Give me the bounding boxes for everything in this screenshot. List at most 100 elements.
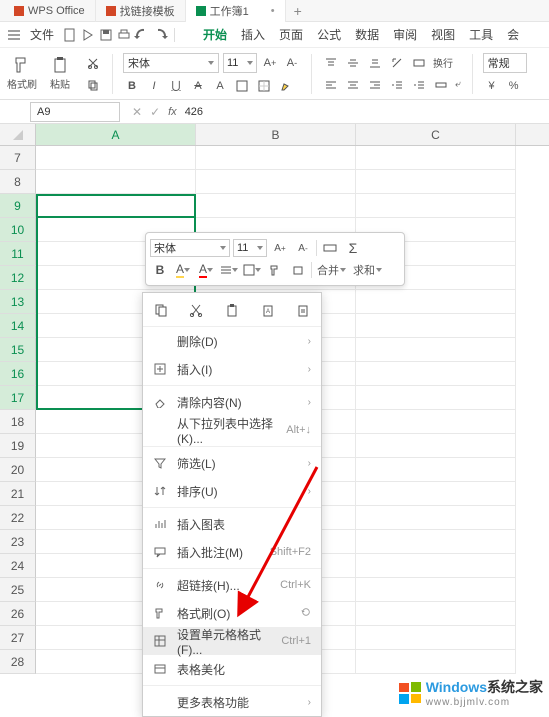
font-select[interactable]: 宋体 [123,53,219,73]
ctx-cell-format[interactable]: 设置单元格格式(F)...Ctrl+1 [143,627,321,655]
app-tab[interactable]: WPS Office [4,0,96,22]
outdent-icon[interactable] [388,76,406,94]
row-header[interactable]: 28 [0,650,36,674]
ctx-paste-special-icon[interactable] [293,300,313,320]
doc-tab-1[interactable]: 找链接模板 [96,0,186,22]
cell[interactable] [356,434,516,458]
currency-icon[interactable]: ¥ [483,77,501,95]
cell[interactable] [36,170,196,194]
row-header[interactable]: 10 [0,218,36,242]
row-header[interactable]: 16 [0,362,36,386]
ctx-cut-icon[interactable] [186,300,206,320]
tab-start[interactable]: 开始 [197,26,233,43]
cell[interactable] [356,530,516,554]
tab-data[interactable]: 数据 [349,26,385,43]
col-header-c[interactable]: C [356,124,516,145]
ctx-droplist[interactable]: 从下拉列表中选择(K)...Alt+↓ [143,416,321,444]
cell[interactable] [356,314,516,338]
tab-insert[interactable]: 插入 [235,26,271,43]
align-top-icon[interactable] [322,54,340,72]
cell[interactable] [356,194,516,218]
percent-icon[interactable]: % [505,77,523,95]
indent-icon[interactable] [410,76,428,94]
name-box[interactable]: A9 [30,102,120,122]
row-header[interactable]: 15 [0,338,36,362]
mini-align-button[interactable] [219,260,239,280]
doc-tab-2[interactable]: 工作簿1 • [186,0,286,22]
mini-bold-button[interactable]: B [150,260,170,280]
tab-page[interactable]: 页面 [273,26,309,43]
tab-formula[interactable]: 公式 [311,26,347,43]
border-button[interactable] [255,77,273,95]
row-header[interactable]: 9 [0,194,36,218]
cell[interactable] [356,338,516,362]
mini-merge-button[interactable]: 合并 [315,262,348,278]
cell[interactable]: 426 [36,194,196,218]
new-icon[interactable] [62,27,78,43]
cell[interactable] [356,170,516,194]
row-header[interactable]: 14 [0,314,36,338]
cell[interactable] [356,290,516,314]
cancel-icon[interactable]: ✕ [132,105,142,119]
align-bottom-icon[interactable] [366,54,384,72]
ctx-more[interactable]: 更多表格功能› [143,688,321,716]
orientation-icon[interactable] [388,54,406,72]
mini-increase-font-icon[interactable]: A+ [270,238,290,258]
file-menu[interactable]: 文件 [24,26,60,43]
row-header[interactable]: 25 [0,578,36,602]
cell[interactable] [196,170,356,194]
cut-icon[interactable] [84,54,102,72]
confirm-icon[interactable]: ✓ [150,105,160,119]
ctx-delete[interactable]: 删除(D)› [143,327,321,355]
fx-label[interactable]: fx [168,106,177,118]
cell[interactable] [356,626,516,650]
menu-icon[interactable] [6,27,22,43]
cell[interactable] [356,386,516,410]
ctx-comment[interactable]: 插入批注(M)Shift+F2 [143,538,321,566]
increase-font-icon[interactable]: A+ [261,54,279,72]
row-header[interactable]: 23 [0,530,36,554]
ctx-beautify[interactable]: 表格美化 [143,655,321,683]
ctx-insert[interactable]: 插入(I)› [143,355,321,383]
redo-icon[interactable] [152,27,168,43]
save-icon[interactable] [98,27,114,43]
merge-icon[interactable] [410,54,428,72]
cell[interactable] [356,362,516,386]
row-header[interactable]: 17 [0,386,36,410]
mini-size-select[interactable]: 11 [233,239,267,257]
cell[interactable] [196,146,356,170]
ctx-painter[interactable]: 格式刷(O) [143,599,321,627]
cell[interactable] [356,506,516,530]
format-painter-button[interactable]: 格式刷 [6,56,38,91]
font-size-select[interactable]: 11 [223,53,257,73]
paste-button[interactable]: 粘贴 [44,56,76,91]
row-header[interactable]: 18 [0,410,36,434]
cell[interactable] [356,146,516,170]
row-header[interactable]: 22 [0,506,36,530]
fill-color-button[interactable] [233,77,251,95]
align-right-icon[interactable] [366,76,384,94]
row-header[interactable]: 13 [0,290,36,314]
ctx-paste-values-icon[interactable]: A [258,300,278,320]
font-color-button[interactable]: A [211,77,229,95]
decrease-font-icon[interactable]: A- [283,54,301,72]
merge-cells-button[interactable] [432,76,450,94]
select-all-corner[interactable] [0,124,36,146]
col-header-b[interactable]: B [196,124,356,145]
wrap-text-icon[interactable]: ⤶ [454,76,462,94]
cell[interactable] [356,410,516,434]
bold-button[interactable]: B [123,77,141,95]
tab-member[interactable]: 会 [501,26,525,43]
ctx-copy-icon[interactable] [151,300,171,320]
mini-merge-icon[interactable] [320,238,340,258]
row-header[interactable]: 26 [0,602,36,626]
mini-sum-button[interactable]: 求和 [351,262,384,278]
align-middle-icon[interactable] [344,54,362,72]
row-header[interactable]: 20 [0,458,36,482]
italic-button[interactable]: I [145,77,163,95]
mini-decrease-font-icon[interactable]: A- [293,238,313,258]
align-center-icon[interactable] [344,76,362,94]
row-header[interactable]: 8 [0,170,36,194]
tab-tools[interactable]: 工具 [463,26,499,43]
ctx-clear[interactable]: 清除内容(N)› [143,388,321,416]
